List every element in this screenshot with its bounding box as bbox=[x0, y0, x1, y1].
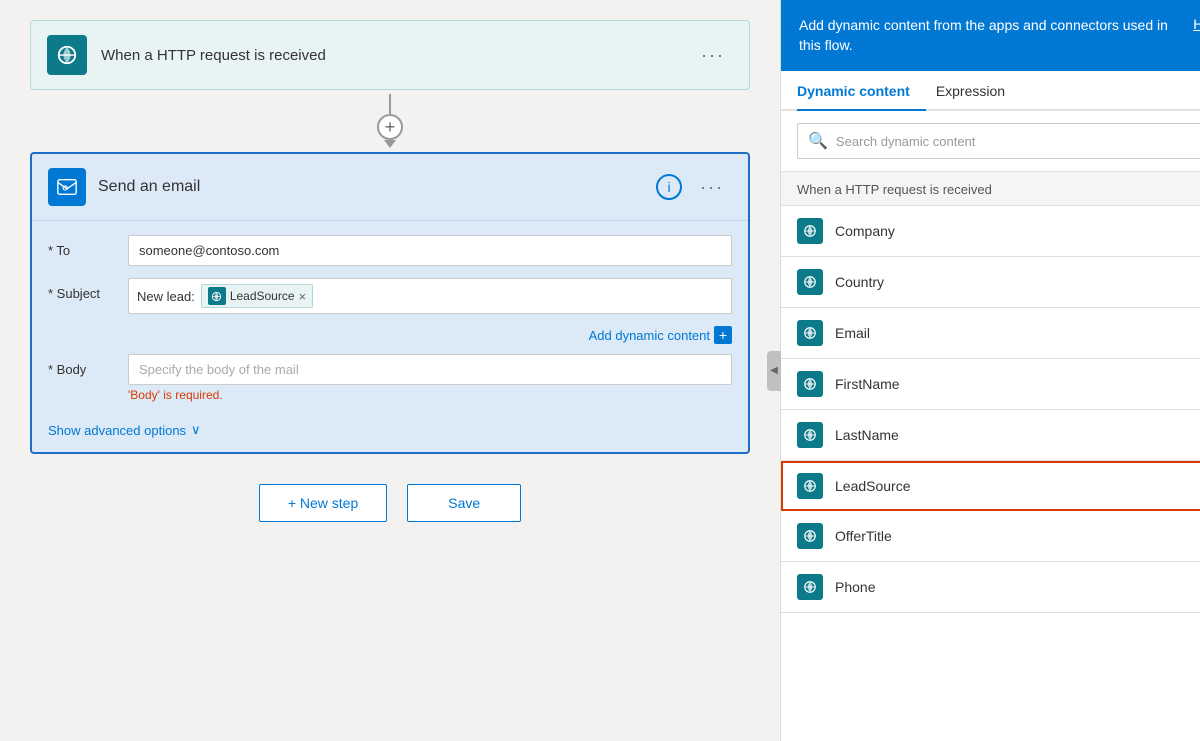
form-body: * To * Subject New lead: bbox=[32, 221, 748, 452]
subject-prefix: New lead: bbox=[137, 289, 195, 304]
tab-expression[interactable]: Expression bbox=[936, 71, 1021, 111]
action-header: O Send an email i ··· bbox=[32, 154, 748, 221]
dynamic-item-label: OfferTitle bbox=[835, 528, 892, 544]
advanced-options-container: Show advanced options ∨ bbox=[48, 416, 732, 440]
dynamic-item-label: Phone bbox=[835, 579, 875, 595]
dynamic-item-label: FirstName bbox=[835, 376, 900, 392]
dynamic-item[interactable]: Country bbox=[781, 257, 1200, 308]
search-container: 🔍 bbox=[781, 111, 1200, 172]
add-dynamic-label: Add dynamic content bbox=[589, 328, 710, 343]
dynamic-content-search-input[interactable] bbox=[836, 134, 1200, 149]
action-buttons: + New step Save bbox=[259, 484, 521, 522]
dynamic-item-label: Email bbox=[835, 325, 870, 341]
panel-header-text: Add dynamic content from the apps and co… bbox=[799, 16, 1183, 55]
search-box: 🔍 bbox=[797, 123, 1200, 159]
dynamic-items-list: Company Country Email FirstName LastName Lead… bbox=[781, 206, 1200, 741]
dynamic-item-icon bbox=[797, 371, 823, 397]
save-button[interactable]: Save bbox=[407, 484, 521, 522]
advanced-options-label: Show advanced options bbox=[48, 423, 186, 438]
dynamic-item[interactable]: LastName bbox=[781, 410, 1200, 461]
subject-label: * Subject bbox=[48, 278, 128, 301]
token-label: LeadSource bbox=[230, 289, 295, 303]
subject-token[interactable]: LeadSource × bbox=[201, 284, 313, 308]
dynamic-item-label: Country bbox=[835, 274, 884, 290]
trigger-icon bbox=[47, 35, 87, 75]
http-icon bbox=[56, 44, 78, 66]
to-input[interactable] bbox=[128, 235, 732, 266]
chevron-down-icon: ∨ bbox=[191, 422, 201, 438]
search-icon: 🔍 bbox=[808, 131, 828, 151]
add-dynamic-link[interactable]: Add dynamic content + bbox=[589, 326, 732, 344]
dynamic-item[interactable]: LeadSource bbox=[781, 461, 1200, 511]
action-info-button[interactable]: i bbox=[656, 174, 682, 200]
action-ellipsis-button[interactable]: ··· bbox=[692, 173, 732, 202]
connector-arrow bbox=[384, 140, 396, 148]
collapse-panel-handle[interactable]: ◀ bbox=[767, 351, 781, 391]
show-advanced-options-link[interactable]: Show advanced options ∨ bbox=[48, 416, 201, 440]
dynamic-item-icon bbox=[797, 574, 823, 600]
hide-panel-button[interactable]: Hide bbox=[1193, 16, 1200, 32]
add-dynamic-row: Add dynamic content + bbox=[48, 326, 732, 344]
email-icon: O bbox=[56, 176, 78, 198]
new-step-button[interactable]: + New step bbox=[259, 484, 387, 522]
to-row: * To bbox=[48, 235, 732, 266]
subject-row: * Subject New lead: LeadSource × bbox=[48, 278, 732, 314]
dynamic-item[interactable]: Company bbox=[781, 206, 1200, 257]
dynamic-item[interactable]: OfferTitle bbox=[781, 511, 1200, 562]
svg-text:O: O bbox=[62, 184, 68, 193]
dynamic-section-label: When a HTTP request is received bbox=[781, 172, 1200, 206]
dynamic-item[interactable]: Phone bbox=[781, 562, 1200, 613]
subject-field[interactable]: New lead: LeadSource × bbox=[128, 278, 732, 314]
dynamic-item-icon bbox=[797, 218, 823, 244]
token-remove-button[interactable]: × bbox=[299, 290, 307, 303]
outlook-icon: O bbox=[48, 168, 86, 206]
dynamic-content-panel: ◀ Add dynamic content from the apps and … bbox=[780, 0, 1200, 741]
connector-line-top bbox=[389, 94, 391, 114]
tab-dynamic-content[interactable]: Dynamic content bbox=[797, 71, 926, 111]
body-input[interactable] bbox=[128, 354, 732, 385]
connector: + bbox=[377, 94, 403, 148]
panel-header: Add dynamic content from the apps and co… bbox=[781, 0, 1200, 71]
token-icon bbox=[208, 287, 226, 305]
panel-tabs: Dynamic content Expression bbox=[781, 71, 1200, 111]
token-icon-svg bbox=[211, 291, 222, 302]
trigger-block: When a HTTP request is received ··· bbox=[30, 20, 750, 90]
dynamic-item-icon bbox=[797, 523, 823, 549]
add-connector-button[interactable]: + bbox=[377, 114, 403, 140]
dynamic-item-icon bbox=[797, 422, 823, 448]
dynamic-item-icon bbox=[797, 473, 823, 499]
body-label: * Body bbox=[48, 354, 128, 377]
to-label: * To bbox=[48, 235, 128, 258]
action-title: Send an email bbox=[98, 178, 656, 196]
dynamic-item[interactable]: FirstName bbox=[781, 359, 1200, 410]
dynamic-item-label: LeadSource bbox=[835, 478, 911, 494]
trigger-ellipsis-button[interactable]: ··· bbox=[693, 41, 733, 70]
add-dynamic-icon: + bbox=[714, 326, 732, 344]
dynamic-item-label: Company bbox=[835, 223, 895, 239]
body-row: * Body bbox=[48, 354, 732, 385]
dynamic-item-icon bbox=[797, 269, 823, 295]
flow-canvas: When a HTTP request is received ··· + O … bbox=[0, 0, 780, 741]
dynamic-item-label: LastName bbox=[835, 427, 899, 443]
action-block: O Send an email i ··· * To * Subject New… bbox=[30, 152, 750, 454]
trigger-title: When a HTTP request is received bbox=[101, 47, 693, 64]
dynamic-item-icon bbox=[797, 320, 823, 346]
dynamic-item[interactable]: Email bbox=[781, 308, 1200, 359]
body-error: 'Body' is required. bbox=[128, 388, 732, 402]
